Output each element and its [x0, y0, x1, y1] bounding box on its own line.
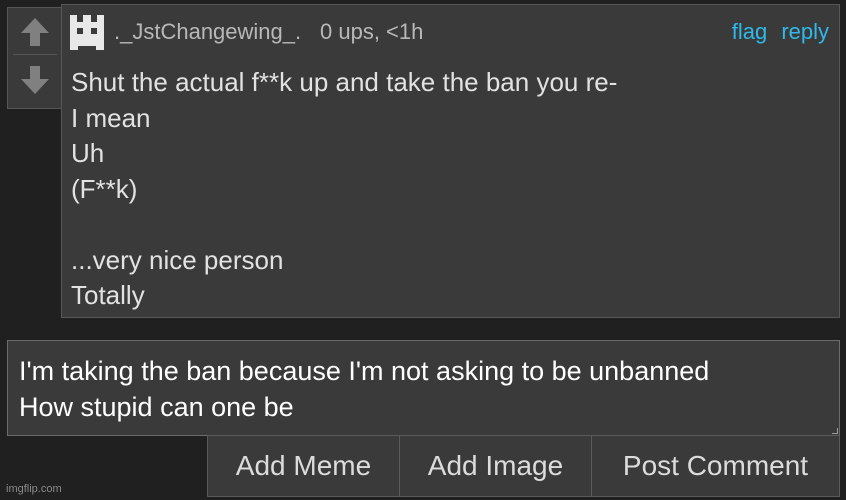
comment-line: (F**k) [71, 173, 138, 204]
comment-button-bar: Add Meme Add Image Post Comment [207, 435, 840, 497]
reply-line: How stupid can one be [19, 392, 294, 422]
comment: ._JstChangewing_. 0 ups, <1h flag reply … [61, 4, 840, 318]
downvote-button[interactable] [13, 58, 57, 102]
vote-box [7, 7, 62, 109]
comment-actions: flag reply [724, 19, 829, 45]
reply-link[interactable]: reply [781, 19, 829, 44]
reply-line: I'm taking the ban because I'm not askin… [19, 356, 710, 386]
resize-grip-icon[interactable] [832, 428, 838, 434]
comment-meta: 0 ups, <1h [320, 19, 424, 44]
comment-line: Totally [71, 280, 145, 310]
comment-line [71, 207, 831, 243]
username[interactable]: ._JstChangewing_. [114, 19, 301, 45]
comment-line: Shut the actual f**k up and take the ban… [71, 67, 618, 97]
post-comment-button[interactable]: Post Comment [591, 436, 839, 496]
reply-textarea[interactable]: I'm taking the ban because I'm not askin… [7, 340, 840, 436]
comment-line: Uh [71, 138, 105, 168]
comment-header: ._JstChangewing_. 0 ups, <1h flag reply [62, 5, 839, 57]
upvote-button[interactable] [13, 10, 57, 55]
watermark: imgflip.com [6, 483, 62, 495]
add-image-button[interactable]: Add Image [399, 436, 591, 496]
comment-thread: ._JstChangewing_. 0 ups, <1h flag reply … [0, 0, 846, 500]
comment-line: ...very nice person [71, 244, 284, 275]
arrow-down-icon [21, 66, 49, 94]
flag-link[interactable]: flag [732, 19, 767, 44]
add-meme-button[interactable]: Add Meme [208, 436, 399, 496]
arrow-up-icon [21, 18, 49, 46]
comment-line: I mean [71, 102, 151, 133]
comment-text: Shut the actual f**k up and take the ban… [71, 65, 831, 314]
avatar[interactable] [68, 13, 106, 51]
